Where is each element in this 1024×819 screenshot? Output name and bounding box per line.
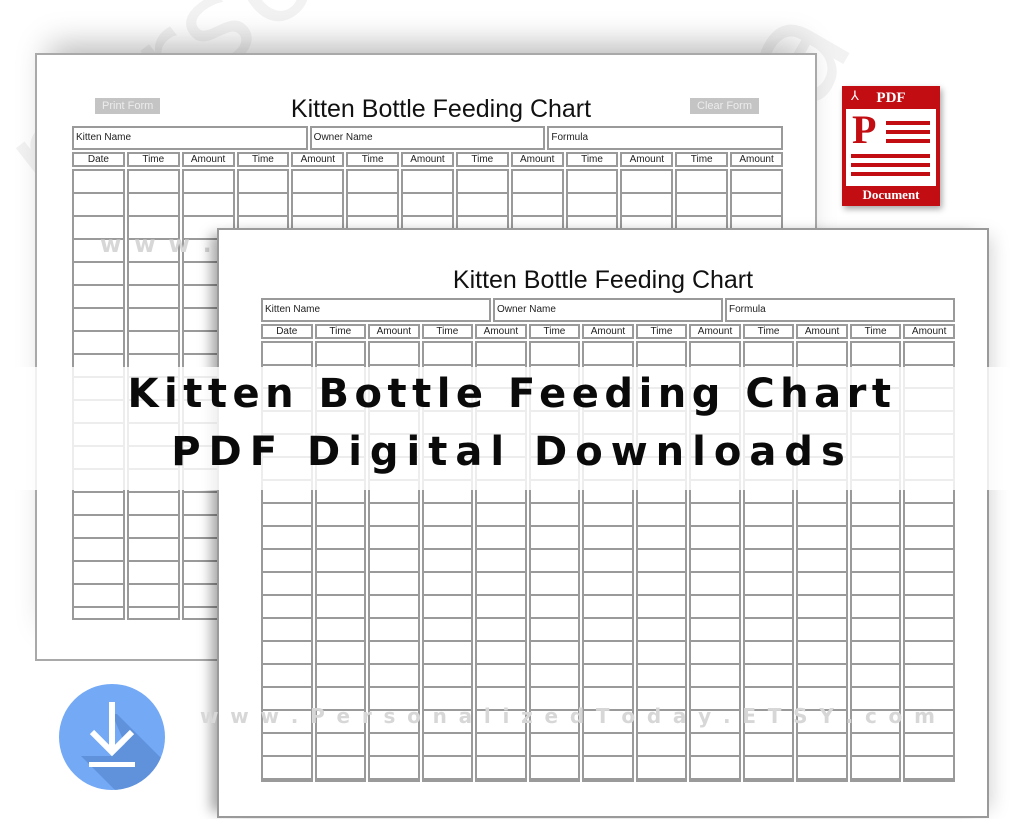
column-header-row: Date Time Amount Time Amount Time Amount Time Am… xyxy=(72,152,783,167)
pdf-badge-header: PDF xyxy=(876,90,906,106)
kitten-name-field[interactable]: Kitten Name xyxy=(261,298,491,322)
column-header-amount: Amount xyxy=(730,152,783,167)
column-header-time: Time xyxy=(421,324,474,339)
front-sheet-title: Kitten Bottle Feeding Chart xyxy=(452,266,754,294)
column-header-time: Time xyxy=(455,152,509,167)
text-line-icon xyxy=(886,139,930,143)
column-header-time: Time xyxy=(236,152,290,167)
formula-field[interactable]: Formula xyxy=(547,126,784,150)
text-line-icon xyxy=(851,172,930,176)
owner-name-field[interactable]: Owner Name xyxy=(493,298,723,322)
info-row: Kitten Name Owner Name Formula xyxy=(72,126,784,150)
column-header-amount: Amount xyxy=(401,152,454,167)
column-header-time: Time xyxy=(742,324,795,339)
column-header-date: Date xyxy=(72,152,125,167)
column-header-amount: Amount xyxy=(689,324,741,339)
column-header-row: Date Time Amount Time Amount Time Amount Time Am… xyxy=(261,324,955,339)
column-header-date: Date xyxy=(261,324,313,339)
text-line-icon xyxy=(851,163,930,167)
download-button[interactable] xyxy=(59,684,165,790)
column-header-amount: Amount xyxy=(620,152,674,167)
column-header-time: Time xyxy=(126,152,180,167)
banner-title: Kitten Bottle Feeding Chart xyxy=(127,371,897,417)
column-header-amount: Amount xyxy=(510,152,564,167)
download-arrow-icon xyxy=(81,702,165,790)
column-header-amount: Amount xyxy=(181,152,235,167)
column-header-time: Time xyxy=(675,152,729,167)
text-line-icon xyxy=(886,130,930,134)
pdf-badge-footer: Document xyxy=(862,187,920,202)
front-chart-sheet: Kitten Bottle Feeding Chart Kitten Name … xyxy=(217,228,989,818)
text-line-icon xyxy=(886,121,930,125)
column-header-time: Time xyxy=(635,324,688,339)
kitten-name-field[interactable]: Kitten Name xyxy=(72,126,308,150)
pdf-document-icon: ⅄ PDF P Document xyxy=(842,86,940,206)
clear-form-button[interactable]: Clear Form xyxy=(690,98,760,114)
banner-subtitle: PDF Digital Downloads xyxy=(171,429,853,475)
column-header-amount: Amount xyxy=(475,324,527,339)
column-header-time: Time xyxy=(849,324,902,339)
column-header-amount: Amount xyxy=(903,324,955,339)
column-header-amount: Amount xyxy=(796,324,848,339)
text-line-icon xyxy=(851,154,930,158)
owner-name-field[interactable]: Owner Name xyxy=(309,126,546,150)
column-header-time: Time xyxy=(314,324,367,339)
pdf-badge-letter: P xyxy=(852,107,877,152)
column-header-time: Time xyxy=(565,152,619,167)
title-banner: Kitten Bottle Feeding Chart PDF Digital … xyxy=(0,367,1024,490)
column-header-amount: Amount xyxy=(291,152,345,167)
formula-field[interactable]: Formula xyxy=(725,298,955,322)
pdf-badge-page: P xyxy=(846,107,936,186)
info-row: Kitten Name Owner Name Formula xyxy=(261,298,955,322)
column-header-amount: Amount xyxy=(368,324,420,339)
column-header-amount: Amount xyxy=(582,324,634,339)
column-header-time: Time xyxy=(346,152,400,167)
column-header-time: Time xyxy=(528,324,581,339)
